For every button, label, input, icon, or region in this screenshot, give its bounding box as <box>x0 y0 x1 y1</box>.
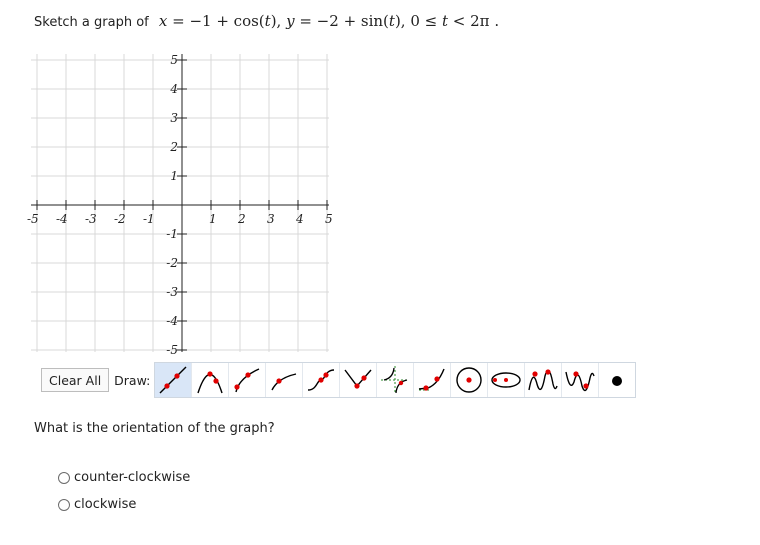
x-tick-label: -1 <box>143 212 155 226</box>
y-tick-label: -1 <box>166 227 178 241</box>
x-tick-label: -5 <box>27 212 39 226</box>
x-tick-label: 4 <box>295 212 304 226</box>
sine-tool-button[interactable] <box>525 363 563 397</box>
draw-tools <box>154 362 637 398</box>
x-tick-label: -4 <box>56 212 68 226</box>
y-tick-label: 3 <box>170 111 178 125</box>
y-tick-label: 4 <box>169 82 178 96</box>
cubic-tool-button[interactable] <box>303 363 341 397</box>
point-tool-icon <box>612 376 623 386</box>
circle-tool-icon <box>456 367 483 393</box>
clear-all-button[interactable]: Clear All <box>41 368 110 392</box>
option-label: counter-clockwise <box>74 470 191 485</box>
line-tool-button[interactable] <box>155 363 193 397</box>
cubic-tool-icon <box>308 369 335 391</box>
x-tick-label: 1 <box>209 212 217 226</box>
y-tick-label: 5 <box>170 53 178 67</box>
sqrt-tool-button[interactable] <box>229 363 267 397</box>
x-tick-label: -2 <box>114 212 126 226</box>
line-tool-icon <box>159 366 187 394</box>
graph-canvas[interactable]: -5 -4 -3 -2 -1 1 2 3 4 5 5 4 3 2 1 -1 -2 -3 -4 -5 <box>0 0 760 545</box>
y-tick-label: 2 <box>169 140 178 154</box>
y-tick-label: -2 <box>166 256 178 270</box>
point-tool-button[interactable] <box>599 363 636 397</box>
log-tool-icon <box>271 373 297 391</box>
graph-toolbar: Clear All Draw: <box>41 362 637 398</box>
x-tick-label: 3 <box>267 212 275 226</box>
orientation-question: What is the orientation of the graph? <box>34 421 275 436</box>
exponential-tool-icon <box>419 368 446 391</box>
rational-tool-icon <box>381 366 410 394</box>
absolute-value-tool-button[interactable] <box>340 363 378 397</box>
log-tool-button[interactable] <box>266 363 304 397</box>
y-tick-label: -5 <box>166 343 178 357</box>
y-tick-label: -4 <box>166 314 178 328</box>
rational-tool-button[interactable] <box>377 363 415 397</box>
parabola-tool-button[interactable] <box>192 363 230 397</box>
ellipse-tool-icon <box>491 372 522 388</box>
radio-counter-clockwise[interactable] <box>58 471 70 484</box>
cosine-tool-button[interactable] <box>562 363 600 397</box>
exponential-tool-button[interactable] <box>414 363 452 397</box>
sine-tool-icon <box>528 369 559 391</box>
radio-clockwise[interactable] <box>58 498 70 511</box>
cosine-tool-icon <box>565 371 596 392</box>
draw-label: Draw: <box>114 372 151 388</box>
y-tick-label: -3 <box>166 285 178 299</box>
option-counter-clockwise[interactable]: counter-clockwise <box>58 470 190 485</box>
option-clockwise[interactable]: clockwise <box>58 497 136 512</box>
circle-tool-button[interactable] <box>451 363 489 397</box>
ellipse-tool-button[interactable] <box>488 363 526 397</box>
option-label: clockwise <box>74 497 137 512</box>
absolute-value-tool-icon <box>344 369 372 389</box>
parabola-tool-icon <box>197 371 224 394</box>
y-tick-label: 1 <box>170 169 178 183</box>
x-tick-label: 2 <box>237 212 246 226</box>
x-tick-label: -3 <box>85 212 97 226</box>
x-tick-label: 5 <box>325 212 333 226</box>
sqrt-tool-icon <box>234 368 260 393</box>
